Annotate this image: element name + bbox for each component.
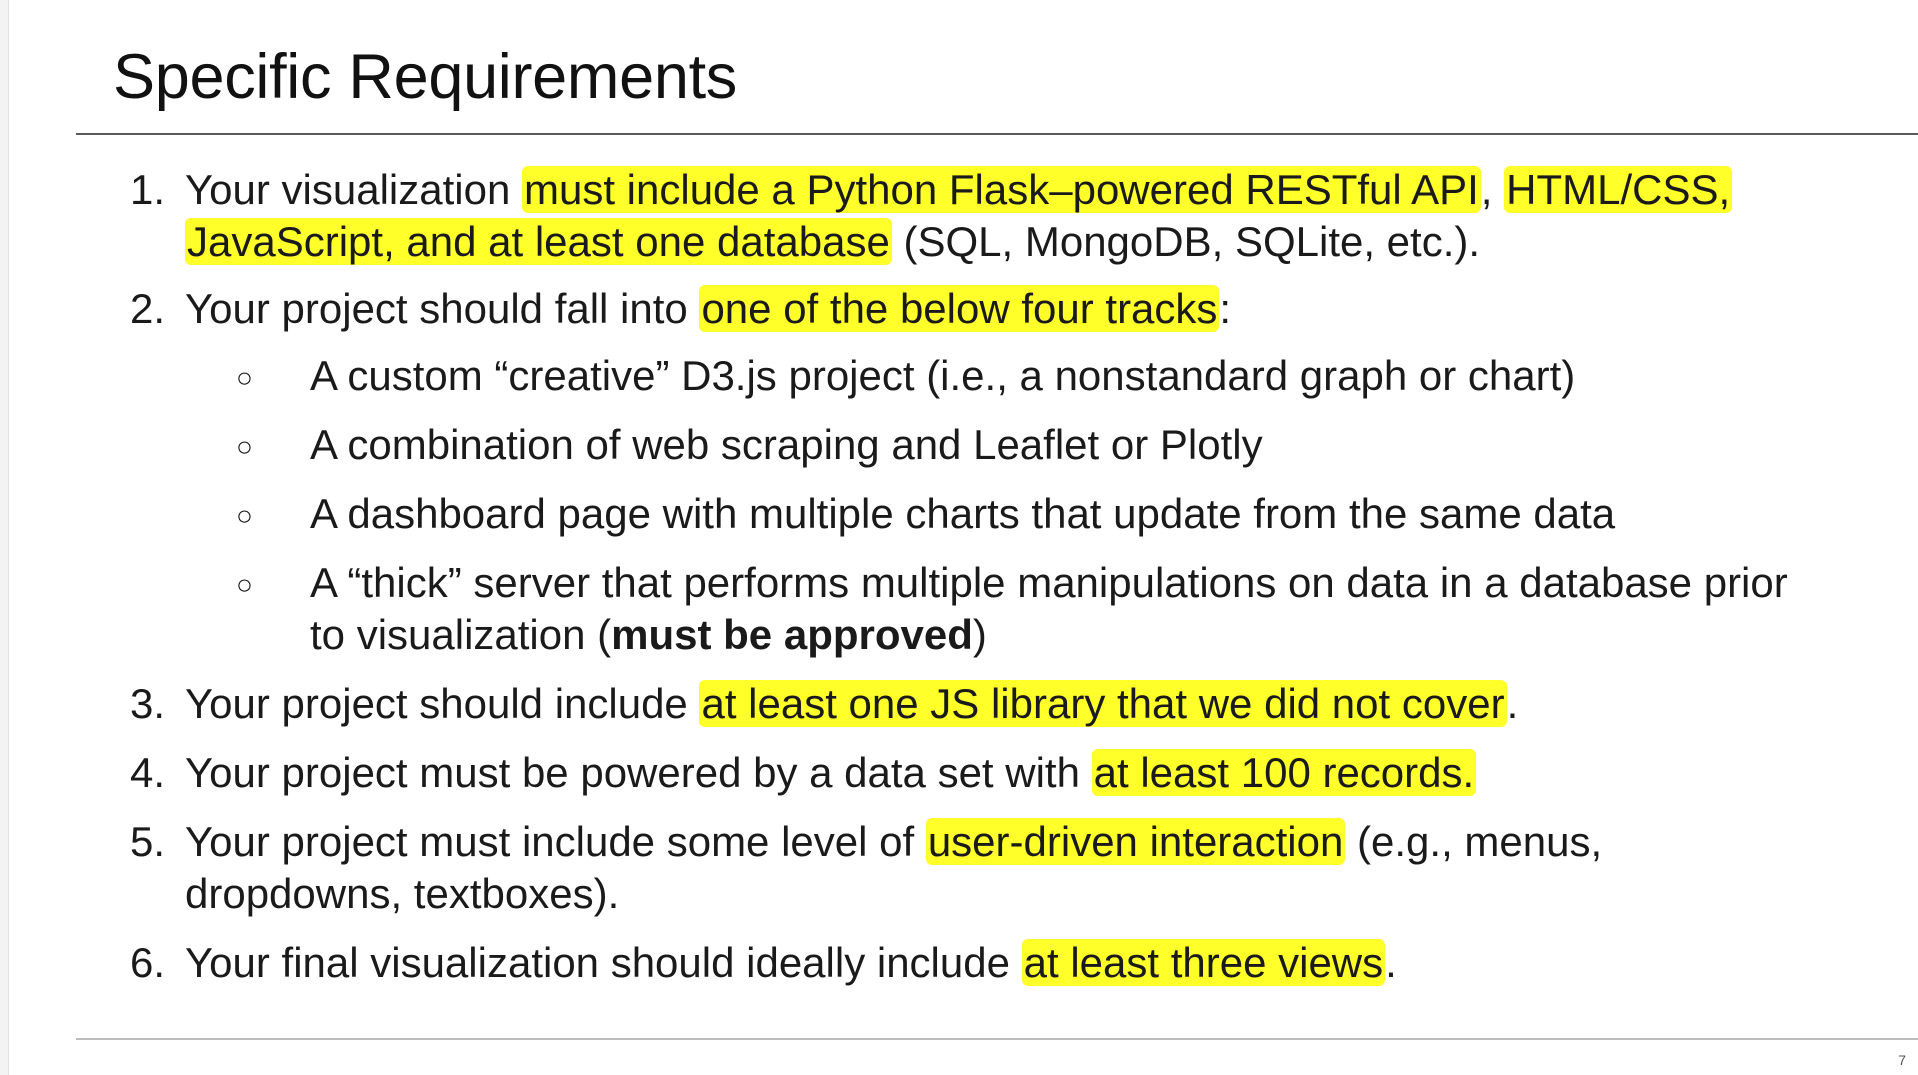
item-text: Your project should include xyxy=(185,680,700,727)
highlighted-text: HTML/CSS, xyxy=(1504,166,1733,213)
item-text: (SQL, MongoDB, SQLite, etc.). xyxy=(891,218,1481,265)
item-5-line-2: dropdowns, textboxes). xyxy=(185,870,620,917)
item-number: 1. xyxy=(130,166,166,213)
footer-divider xyxy=(76,1038,1918,1040)
track-item-4-line-2: to visualization (must be approved) xyxy=(310,609,987,661)
track-item-1: A custom “creative” D3.js project (i.e.,… xyxy=(310,352,1576,399)
item-number: 2. xyxy=(130,285,166,332)
item-text: . xyxy=(1385,939,1397,986)
bold-text: must be approved xyxy=(611,611,973,658)
item-number: 3. xyxy=(130,680,166,727)
bullet-icon: ○ xyxy=(236,569,253,600)
bullet-icon: ○ xyxy=(236,362,253,393)
item-text: . xyxy=(1506,680,1519,727)
item-text: , xyxy=(1480,166,1505,213)
highlighted-text: must include a Python Flask–powered REST… xyxy=(521,166,1481,213)
slide: Specific Requirements 1. Your visualizat… xyxy=(0,0,1918,1075)
bullet-icon: ○ xyxy=(236,500,253,531)
highlighted-text: JavaScript, and at least one database xyxy=(185,218,892,265)
item-text: (e.g., menus, xyxy=(1345,818,1603,865)
page-number: 7 xyxy=(1898,1052,1906,1068)
item-number: 5. xyxy=(130,818,166,865)
title-divider xyxy=(76,133,1918,135)
highlighted-text: at least three views xyxy=(1021,939,1386,986)
item-4-line: Your project must be powered by a data s… xyxy=(185,747,1477,799)
item-text: ) xyxy=(972,611,987,658)
highlighted-text: one of the below four tracks xyxy=(699,285,1220,332)
slide-title: Specific Requirements xyxy=(113,42,737,112)
item-3-line: Your project should include at least one… xyxy=(185,678,1518,730)
highlighted-text: at least 100 records. xyxy=(1091,749,1477,796)
item-6-line: Your final visualization should ideally … xyxy=(185,937,1397,989)
item-text: Your project must be powered by a data s… xyxy=(185,749,1092,796)
item-text: Your visualization xyxy=(185,166,522,213)
item-2-line: Your project should fall into one of the… xyxy=(185,283,1231,335)
highlighted-text: user-driven interaction xyxy=(925,818,1346,865)
track-item-2: A combination of web scraping and Leafle… xyxy=(310,421,1263,468)
left-edge-strip xyxy=(0,0,9,1075)
item-text: Your final visualization should ideally … xyxy=(185,939,1022,986)
item-1-line-2: JavaScript, and at least one database (S… xyxy=(185,216,1480,268)
track-item-4-line-1: A “thick” server that performs multiple … xyxy=(310,559,1788,606)
item-text: to visualization ( xyxy=(310,611,612,658)
highlighted-text: at least one JS library that we did not … xyxy=(699,680,1507,727)
item-5-line-1: Your project must include some level of … xyxy=(185,816,1602,868)
item-text: Your project should fall into xyxy=(185,285,700,332)
item-number: 6. xyxy=(130,939,166,986)
item-text: Your project must include some level of xyxy=(185,818,926,865)
bullet-icon: ○ xyxy=(236,431,253,462)
item-number: 4. xyxy=(130,749,166,796)
item-text: : xyxy=(1219,285,1232,332)
track-item-3: A dashboard page with multiple charts th… xyxy=(310,490,1616,537)
item-1-line-1: Your visualization must include a Python… xyxy=(185,164,1733,216)
